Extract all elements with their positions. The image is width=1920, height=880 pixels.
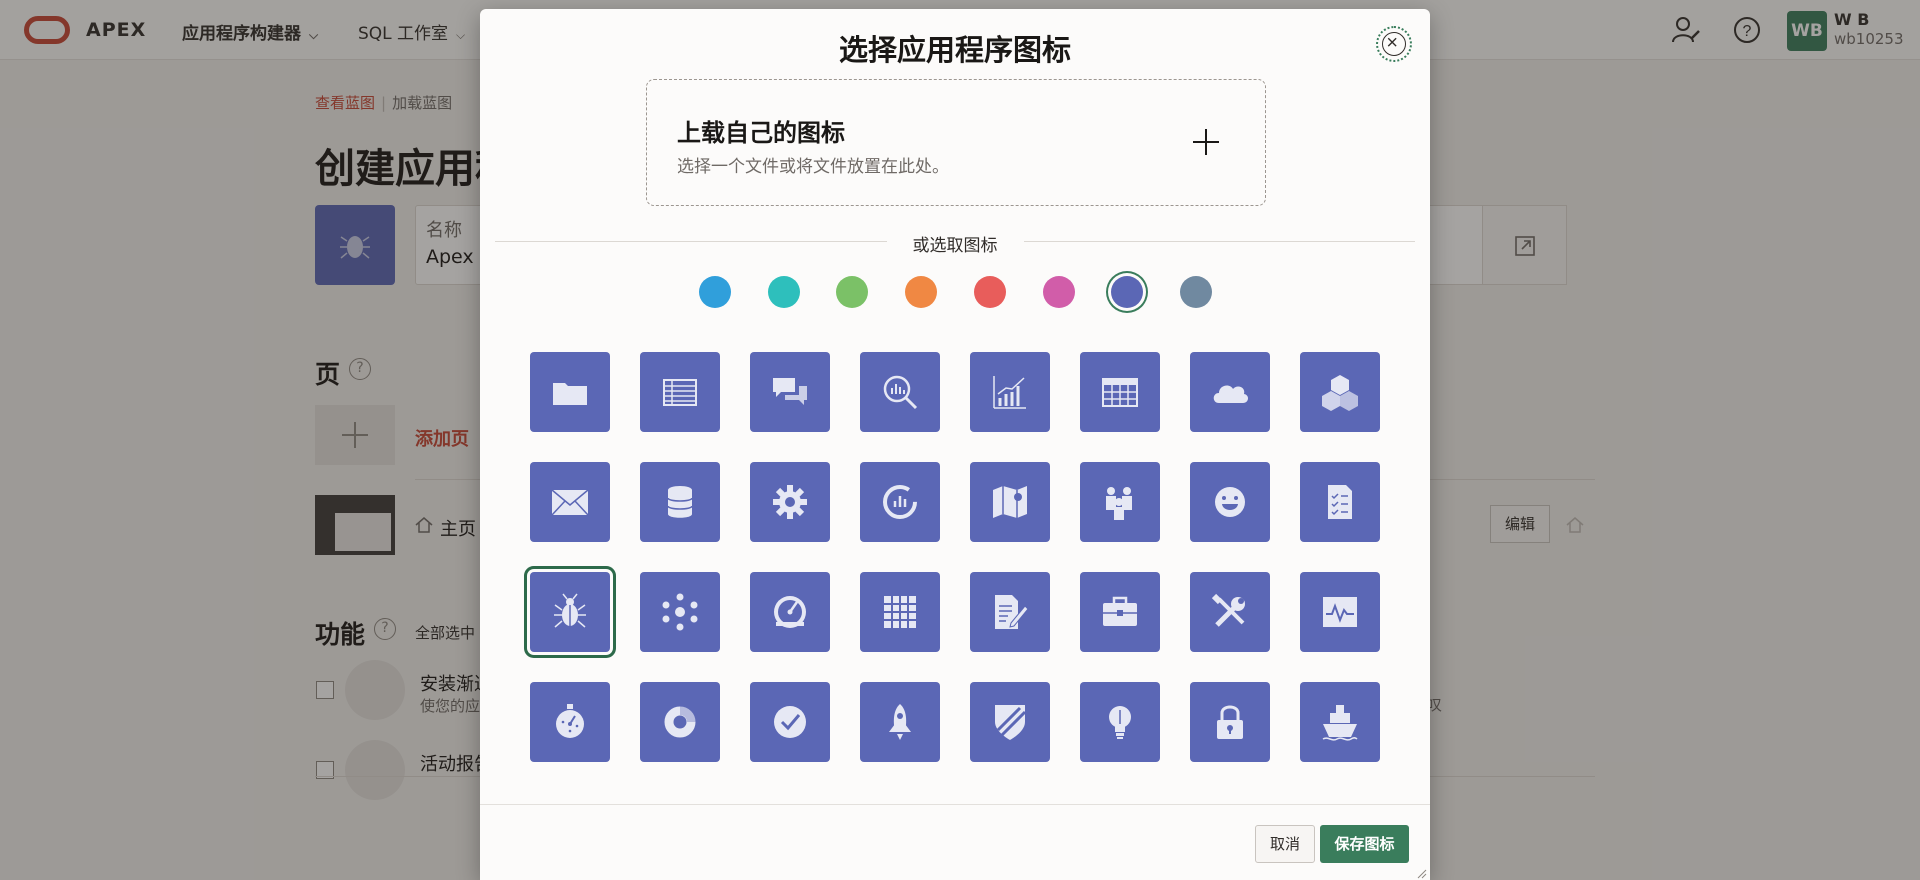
table-icon <box>663 379 697 406</box>
map-icon <box>993 486 1027 518</box>
cubes-icon <box>1322 375 1358 411</box>
icon-option-ship[interactable] <box>1300 682 1380 762</box>
color-swatch[interactable] <box>836 276 869 308</box>
ship-icon <box>1322 705 1358 741</box>
icon-option-speedometer[interactable] <box>750 572 830 652</box>
icon-option-checklist[interactable] <box>1300 462 1380 542</box>
people-icon <box>1106 487 1132 520</box>
checklist-icon <box>1328 485 1352 519</box>
icon-option-folder[interactable] <box>530 352 610 432</box>
color-swatch[interactable] <box>905 276 938 308</box>
mail-icon <box>551 489 589 516</box>
upload-drop-zone[interactable]: 上载自己的图标 选择一个文件或将文件放置在此处。 <box>646 79 1266 206</box>
network-icon <box>662 593 698 631</box>
color-swatch[interactable] <box>1179 276 1212 308</box>
or-pick-label-row: 或选取图标 <box>480 231 1430 256</box>
icon-option-people[interactable] <box>1080 462 1160 542</box>
icon-option-map[interactable] <box>970 462 1050 542</box>
color-swatch[interactable] <box>973 276 1006 308</box>
line-chart-icon <box>993 376 1026 409</box>
icon-option-database[interactable] <box>640 462 720 542</box>
icon-option-lock[interactable] <box>1190 682 1270 762</box>
choose-icon-dialog: 选择应用程序图标 上载自己的图标 选择一个文件或将文件放置在此处。 或选取图标 … <box>480 9 1430 880</box>
chat-icon <box>773 378 807 405</box>
rocket-icon <box>889 704 911 740</box>
lightbulb-icon <box>1109 706 1131 739</box>
gauge-chart-icon <box>883 485 917 519</box>
icon-option-search-chart[interactable] <box>860 352 940 432</box>
color-swatch[interactable] <box>767 276 800 308</box>
icon-option-rocket[interactable] <box>860 682 940 762</box>
close-button[interactable] <box>1376 26 1412 62</box>
plus-icon <box>1193 129 1219 155</box>
smiley-icon <box>1215 487 1245 517</box>
icon-option-chat[interactable] <box>750 352 830 432</box>
upload-subtitle: 选择一个文件或将文件放置在此处。 <box>677 157 949 177</box>
speedometer-icon <box>774 596 806 628</box>
icon-option-line-chart[interactable] <box>970 352 1050 432</box>
icon-option-cubes[interactable] <box>1300 352 1380 432</box>
icon-option-tools[interactable] <box>1190 572 1270 652</box>
icon-option-gauge-chart[interactable] <box>860 462 940 542</box>
pulse-icon <box>1323 597 1357 627</box>
icon-option-cloud[interactable] <box>1190 352 1270 432</box>
icon-option-edit-document[interactable] <box>970 572 1050 652</box>
footer-divider <box>480 804 1430 805</box>
icon-option-shield[interactable] <box>970 682 1050 762</box>
cloud-icon <box>1213 385 1249 403</box>
icon-option-grid[interactable] <box>860 572 940 652</box>
stopwatch-icon <box>556 704 584 738</box>
search-chart-icon <box>883 375 918 410</box>
icon-option-donut-chart[interactable] <box>640 682 720 762</box>
icon-option-smiley[interactable] <box>1190 462 1270 542</box>
icon-option-briefcase[interactable] <box>1080 572 1160 652</box>
icon-option-pulse[interactable] <box>1300 572 1380 652</box>
grid-icon <box>884 596 916 628</box>
icon-option-network[interactable] <box>640 572 720 652</box>
color-swatch[interactable] <box>699 276 731 308</box>
upload-title: 上载自己的图标 <box>677 119 845 147</box>
folder-icon <box>553 383 587 405</box>
icon-option-gear[interactable] <box>750 462 830 542</box>
color-swatch[interactable] <box>1111 276 1144 308</box>
or-pick-label: 或选取图标 <box>886 236 1024 256</box>
gear-icon <box>773 485 807 519</box>
icon-option-table[interactable] <box>640 352 720 432</box>
resize-handle-icon[interactable] <box>1415 867 1427 879</box>
check-circle-icon <box>774 706 806 738</box>
icon-option-stopwatch[interactable] <box>530 682 610 762</box>
lock-icon <box>1217 705 1243 739</box>
calendar-icon <box>1102 378 1138 407</box>
donut-chart-icon <box>664 706 696 738</box>
edit-document-icon <box>995 595 1029 629</box>
save-icon-button[interactable]: 保存图标 <box>1320 825 1409 863</box>
shield-icon <box>995 705 1027 740</box>
icon-option-check-circle[interactable] <box>750 682 830 762</box>
icon-option-bug[interactable] <box>530 572 610 652</box>
icon-option-mail[interactable] <box>530 462 610 542</box>
tools-icon <box>1211 593 1245 627</box>
database-icon <box>667 486 693 518</box>
icon-option-lightbulb[interactable] <box>1080 682 1160 762</box>
dialog-title: 选择应用程序图标 <box>838 33 1071 67</box>
cancel-button[interactable]: 取消 <box>1255 825 1315 863</box>
color-swatch[interactable] <box>1042 276 1075 308</box>
briefcase-icon <box>1103 596 1137 626</box>
icon-option-calendar[interactable] <box>1080 352 1160 432</box>
bug-icon <box>554 593 586 628</box>
close-icon <box>1382 32 1406 56</box>
